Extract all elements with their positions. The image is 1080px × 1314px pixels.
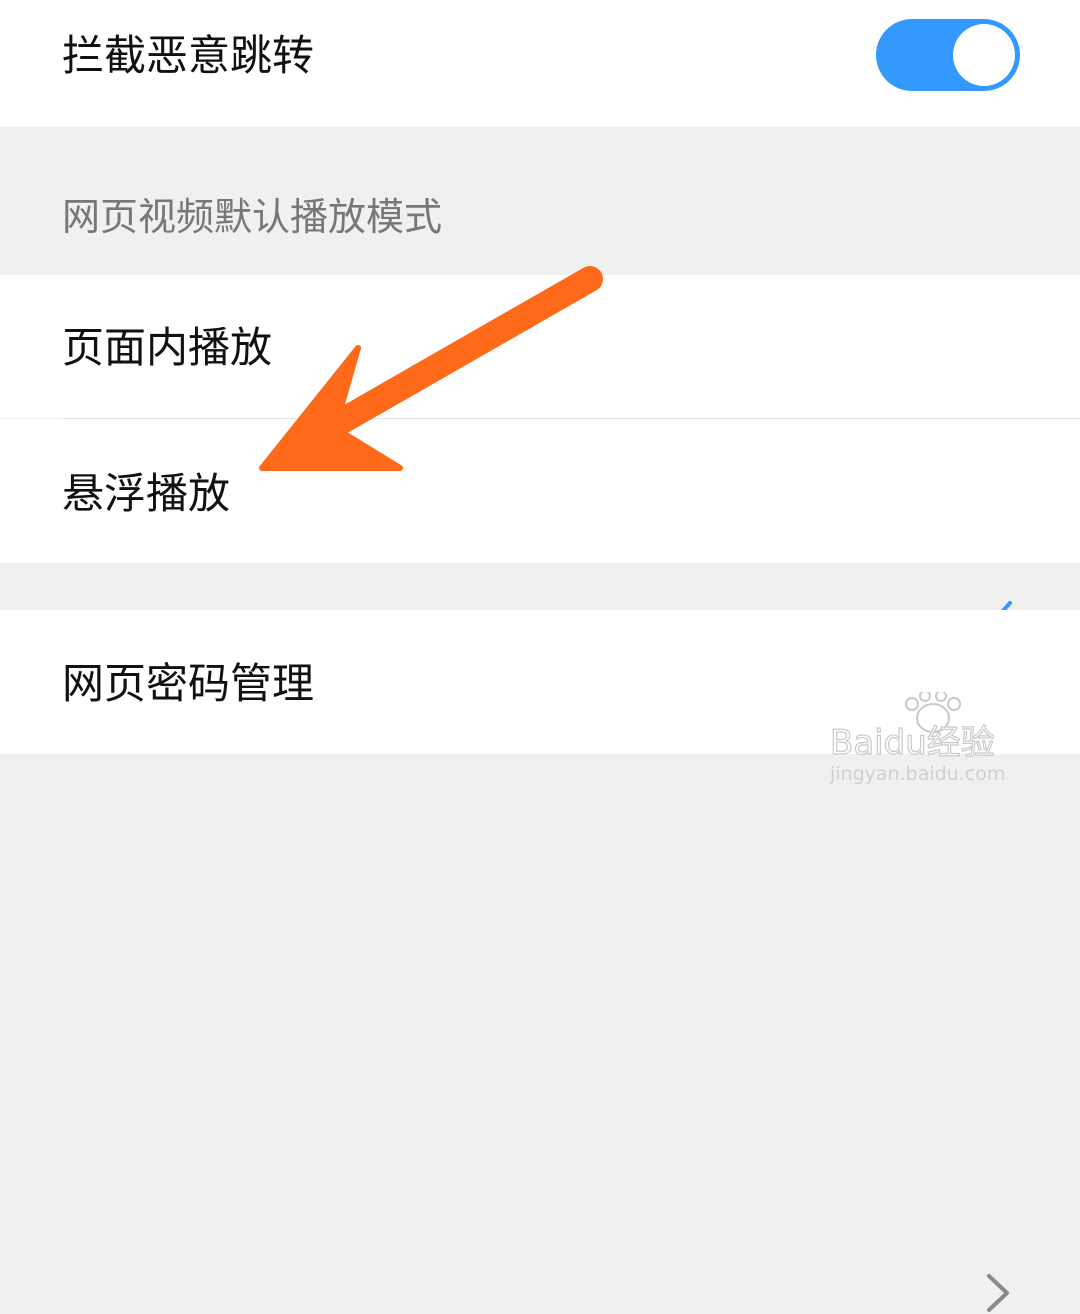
chevron-right-icon (987, 1274, 1009, 1312)
option-in-page-playback[interactable]: 页面内播放 (0, 275, 1080, 641)
password-manager-label: 网页密码管理 (62, 659, 315, 708)
option-in-page-playback-label: 页面内播放 (62, 323, 273, 372)
video-mode-section-title: 网页视频默认播放模式 (62, 195, 443, 239)
toggle-knob (953, 24, 1015, 86)
option-floating-playback-label: 悬浮播放 (62, 469, 231, 518)
block-redirect-label: 拦截恶意跳转 (62, 31, 315, 80)
block-redirect-row[interactable]: 拦截恶意跳转 (0, 0, 1080, 127)
watermark-url: jingyan.baidu.com (829, 763, 1005, 785)
password-manager-row[interactable]: 网页密码管理 (0, 610, 1080, 1312)
option-floating-playback[interactable]: 悬浮播放 (0, 419, 1080, 563)
block-redirect-toggle[interactable] (876, 19, 1020, 91)
